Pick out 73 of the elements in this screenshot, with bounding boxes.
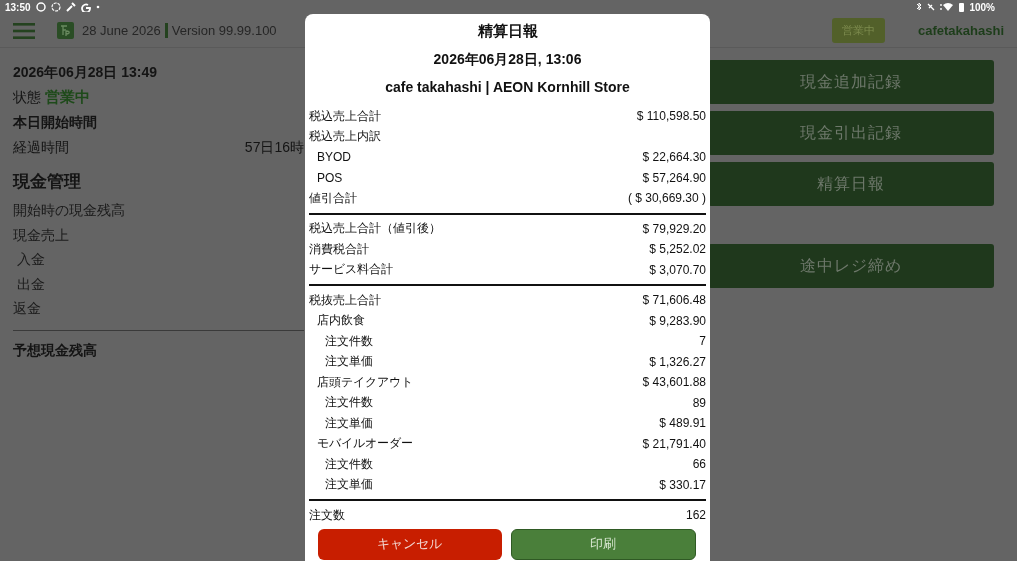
report-label: 税込売上内訳: [309, 128, 381, 146]
report-value: $ 330.17: [659, 477, 706, 492]
report-label: 注文数: [309, 506, 345, 524]
elapsed-label: 経過時間: [13, 138, 69, 157]
cash-row-label: 出金: [17, 275, 45, 294]
action-button[interactable]: 精算日報: [708, 162, 994, 206]
cash-row-label: 返金: [13, 300, 41, 319]
report-value: $ 9,283.90: [649, 313, 706, 328]
report-label: 店内飲食: [316, 312, 365, 330]
current-datetime: 2026年06月28日 13:49: [13, 62, 158, 82]
report-value: 66: [692, 457, 706, 472]
app-version: Version 99.99.100: [171, 23, 277, 38]
state-value: 営業中: [45, 88, 90, 107]
battery-icon: [959, 2, 965, 12]
report-label: 税込売上合計: [309, 107, 381, 125]
wifi-icon: [940, 2, 955, 12]
report-value: $ 79,929.20: [642, 221, 706, 236]
report-label: 店頭テイクアウト: [316, 373, 413, 391]
expected-cash-label: 予想現金残高: [13, 341, 98, 360]
cash-row-label: 現金売上: [13, 226, 69, 245]
report-value: $ 57,264.90: [642, 170, 706, 185]
report-label: POS: [316, 170, 343, 185]
cancel-button[interactable]: キャンセル: [318, 528, 502, 560]
report-value: $ 21,791.40: [642, 436, 706, 451]
dashed-circle-icon: [50, 2, 61, 12]
cash-row-label: 開始時の現金残高: [13, 202, 125, 221]
report-value: 89: [692, 395, 706, 410]
elapsed-value: 57日16時: [244, 138, 304, 157]
print-button[interactable]: 印刷: [510, 528, 696, 560]
state-label: 状態: [13, 88, 41, 107]
report-value: $ 43,601.88: [642, 375, 706, 390]
report-label: 税抜売上合計: [309, 291, 381, 309]
action-button[interactable]: 現金追加記録: [708, 60, 994, 104]
circle-icon: [35, 2, 46, 12]
muted-icon: [927, 3, 936, 11]
report-label: 注文単価: [324, 353, 373, 371]
report-label: 値引合計: [309, 189, 357, 207]
report-value: $ 3,070.70: [649, 262, 706, 277]
wrench-icon: [65, 2, 76, 12]
report-value: $ 5,252.02: [649, 242, 706, 257]
report-label: モバイルオーダー: [316, 435, 413, 453]
status-time: 13:50: [5, 1, 31, 13]
report-value: $ 71,606.48: [642, 293, 706, 308]
start-time-label: 本日開始時間: [13, 112, 98, 132]
bluetooth-icon: [916, 2, 923, 12]
action-button[interactable]: 途中レジ締め: [708, 244, 994, 288]
report-value: 7: [699, 334, 706, 349]
report-label: 注文件数: [324, 332, 373, 350]
cash-row-label: 入金: [17, 251, 45, 270]
report-value: $ 22,664.30: [642, 150, 706, 165]
report-label: 注文単価: [324, 476, 373, 494]
report-label: 注文単価: [324, 414, 373, 432]
report-label: 注文件数: [324, 394, 373, 412]
report-value: 162: [685, 508, 706, 523]
report-value: $ 110,598.50: [636, 109, 706, 124]
report-label: 消費税合計: [309, 240, 369, 258]
menu-icon[interactable]: [13, 22, 35, 39]
dialog-title: 精算日報: [476, 21, 539, 41]
report-label: BYOD: [316, 150, 351, 165]
store-name: cafe takahashi | AEON Kornhill Store: [384, 78, 631, 97]
report-label: 注文件数: [324, 455, 373, 473]
battery-level: 100%: [969, 1, 995, 13]
report-value: $ 489.91: [659, 416, 706, 431]
user-name: cafetakahashi: [918, 23, 1004, 38]
report-value: ( $ 30,669.30 ): [627, 191, 706, 206]
cash-section-title: 現金管理: [13, 171, 82, 193]
app-logo-icon: [57, 22, 74, 39]
report-datetime: 2026年06月28日, 13:06: [432, 50, 583, 69]
header-date: 28 June 2026: [82, 23, 161, 38]
action-button[interactable]: 現金引出記録: [708, 111, 994, 155]
report-value: $ 1,326.27: [649, 354, 706, 369]
report-label: サービス料合計: [309, 261, 393, 279]
report-label: 税込売上合計（値引後）: [309, 220, 441, 238]
